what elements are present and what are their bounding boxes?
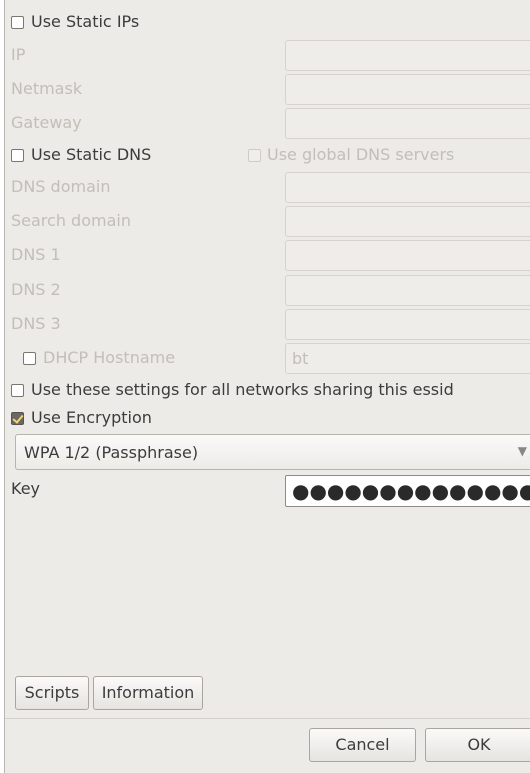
key-input[interactable]: ●●●●●●●●●●●●●●●● [285,475,530,507]
key-label: Key [11,479,41,498]
dns-domain-label: DNS domain [11,177,111,196]
static-dns-label: Use Static DNS [31,145,152,164]
dropdown-arrow-icon: ▼ [517,444,527,458]
search-domain-row: Search domain [5,206,530,238]
dhcp-hostname-label: DHCP Hostname [43,348,176,367]
static-dns-checkbox[interactable] [11,149,24,162]
all-networks-label: Use these settings for all networks shar… [31,380,454,399]
global-dns-label: Use global DNS servers [267,145,455,164]
dns2-row: DNS 2 [5,275,530,307]
encryption-label: Use Encryption [31,408,152,427]
dhcp-hostname-field[interactable]: bt [285,343,530,374]
ip-row: IP [5,40,530,72]
dhcp-hostname-row: DHCP Hostname bt [5,343,530,375]
gateway-field[interactable] [285,108,530,139]
dns1-field[interactable] [285,240,530,271]
search-domain-label: Search domain [11,211,131,230]
information-button[interactable]: Information [93,676,203,710]
dns-domain-field[interactable] [285,172,530,203]
static-dns-row: Use Static DNS Use global DNS servers [5,145,530,167]
dns1-row: DNS 1 [5,240,530,272]
key-masked-value: ●●●●●●●●●●●●●●●● [292,479,530,503]
ip-label: IP [11,45,26,64]
dns3-row: DNS 3 [5,309,530,341]
dns2-field[interactable] [285,275,530,306]
dhcp-hostname-checkbox[interactable] [23,352,36,365]
encryption-type-dropdown[interactable]: WPA 1/2 (Passphrase) ▼ [15,434,530,470]
gateway-label: Gateway [11,113,82,132]
dns3-label: DNS 3 [11,314,61,333]
encryption-row[interactable]: Use Encryption [5,408,530,430]
scripts-button[interactable]: Scripts [15,676,89,710]
encryption-checkbox[interactable] [11,412,24,425]
static-ips-checkbox[interactable] [11,16,24,29]
dns1-label: DNS 1 [11,245,61,264]
static-ips-row[interactable]: Use Static IPs [5,12,530,34]
encryption-type-value: WPA 1/2 (Passphrase) [24,443,199,462]
dns2-label: DNS 2 [11,280,61,299]
netmask-field[interactable] [285,74,530,105]
network-settings-dialog: Use Static IPs IP Netmask Gateway Use St… [4,0,530,773]
separator [5,718,530,719]
cancel-button[interactable]: Cancel [309,728,416,762]
dns-domain-row: DNS domain [5,172,530,204]
gateway-row: Gateway [5,108,530,140]
netmask-row: Netmask [5,74,530,106]
ok-button[interactable]: OK [425,728,530,762]
dns3-field[interactable] [285,309,530,340]
search-domain-field[interactable] [285,206,530,237]
netmask-label: Netmask [11,79,83,98]
all-networks-checkbox[interactable] [11,384,24,397]
static-ips-label: Use Static IPs [31,12,140,31]
all-networks-row[interactable]: Use these settings for all networks shar… [5,380,530,402]
ip-field[interactable] [285,40,530,71]
global-dns-checkbox[interactable] [248,149,261,162]
